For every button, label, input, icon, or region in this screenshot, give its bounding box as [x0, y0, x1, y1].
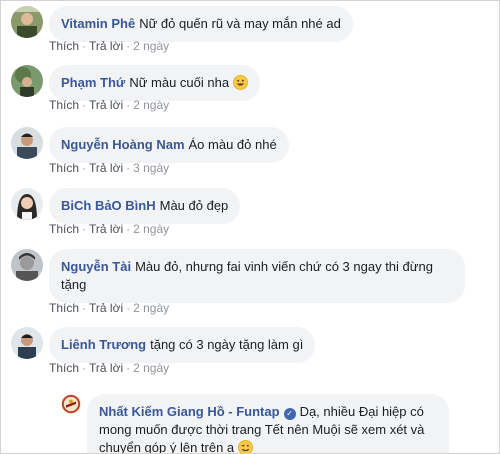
commenter-name[interactable]: BiCh BảO BìnH	[61, 198, 156, 213]
comment-text: Màu đỏ đẹp	[159, 198, 229, 213]
avatar[interactable]	[11, 127, 43, 159]
avatar[interactable]	[11, 188, 43, 220]
timestamp[interactable]: 2 ngày	[133, 301, 169, 315]
comment-actions: Thích · Trả lời · 3 ngày	[49, 161, 169, 175]
reply-link[interactable]: Trả lời	[89, 98, 123, 112]
separator: ·	[82, 222, 87, 236]
comment-bubble: Nguyễn Hoàng Nam Áo màu đỏ nhé	[49, 127, 289, 163]
reply-bubble: Nhất Kiếm Giang Hồ - Funtap ✓ Dạ, nhiều Đạ…	[87, 394, 449, 453]
commenter-name[interactable]: Vitamin Phê	[61, 16, 135, 31]
reply-link[interactable]: Trả lời	[89, 39, 123, 53]
commenter-name[interactable]: Nguyễn Tài	[61, 259, 131, 274]
like-link[interactable]: Thích	[49, 161, 79, 175]
reply-link[interactable]: Trả lời	[89, 301, 123, 315]
page-avatar[interactable]	[61, 394, 81, 414]
comment-actions: Thích · Trả lời · 2 ngày	[49, 39, 169, 53]
comment-text: Nữ màu cuối nha	[129, 75, 230, 90]
avatar[interactable]	[11, 249, 43, 281]
like-link[interactable]: Thích	[49, 222, 79, 236]
reply-link[interactable]: Trả lời	[89, 161, 123, 175]
timestamp[interactable]: 2 ngày	[133, 39, 169, 53]
comment-bubble: Liênh Trương tặng có 3 ngày tặng làm gì	[49, 327, 316, 363]
commenter-name[interactable]: Liênh Trương	[61, 337, 146, 352]
separator: ·	[126, 361, 131, 375]
comment-text: tặng có 3 ngày tặng làm gì	[150, 337, 304, 352]
separator: ·	[126, 39, 131, 53]
separator: ·	[126, 161, 131, 175]
separator: ·	[82, 161, 87, 175]
reply-link[interactable]: Trả lời	[89, 361, 123, 375]
comment-bubble: BiCh BảO BìnH Màu đỏ đẹp	[49, 188, 241, 224]
separator: ·	[126, 222, 131, 236]
commenter-name[interactable]: Phạm Thứ	[61, 75, 125, 90]
comment-text: Nữ đỏ quến rũ và may mắn nhé ad	[139, 16, 341, 31]
separator: ·	[82, 361, 87, 375]
smiling-face-emoji-icon	[232, 75, 248, 90]
avatar[interactable]	[11, 327, 43, 359]
reply-link[interactable]: Trả lời	[89, 222, 123, 236]
timestamp[interactable]: 2 ngày	[133, 98, 169, 112]
comment-bubble: Phạm Thứ Nữ màu cuối nha	[49, 65, 260, 101]
avatar[interactable]	[11, 65, 43, 97]
timestamp[interactable]: 2 ngày	[133, 361, 169, 375]
timestamp[interactable]: 3 ngày	[133, 161, 169, 175]
separator: ·	[126, 301, 131, 315]
comment-bubble: Vitamin Phê Nữ đỏ quến rũ và may mắn nhé …	[49, 6, 353, 42]
like-link[interactable]: Thích	[49, 301, 79, 315]
comment-text: Áo màu đỏ nhé	[188, 137, 277, 152]
like-link[interactable]: Thích	[49, 361, 79, 375]
verified-badge-icon: ✓	[283, 408, 296, 420]
comment-actions: Thích · Trả lời · 2 ngày	[49, 222, 169, 236]
like-link[interactable]: Thích	[49, 39, 79, 53]
comment-actions: Thích · Trả lời · 2 ngày	[49, 361, 169, 375]
separator: ·	[126, 98, 131, 112]
timestamp[interactable]: 2 ngày	[133, 222, 169, 236]
comment-actions: Thích · Trả lời · 2 ngày	[49, 98, 169, 112]
avatar[interactable]	[11, 6, 43, 38]
page-name[interactable]: Nhất Kiếm Giang Hồ - Funtap	[99, 404, 280, 419]
comment-actions: Thích · Trả lời · 2 ngày	[49, 301, 169, 315]
comment-bubble: Nguyễn Tài Màu đỏ, nhưng fai vinh viến ch…	[49, 249, 465, 303]
like-link[interactable]: Thích	[49, 98, 79, 112]
separator: ·	[82, 301, 87, 315]
comments-panel: Vitamin Phê Nữ đỏ quến rũ và may mắn nhé …	[0, 0, 500, 454]
separator: ·	[82, 98, 87, 112]
winking-face-emoji-icon	[237, 440, 253, 453]
separator: ·	[82, 39, 87, 53]
commenter-name[interactable]: Nguyễn Hoàng Nam	[61, 137, 185, 152]
